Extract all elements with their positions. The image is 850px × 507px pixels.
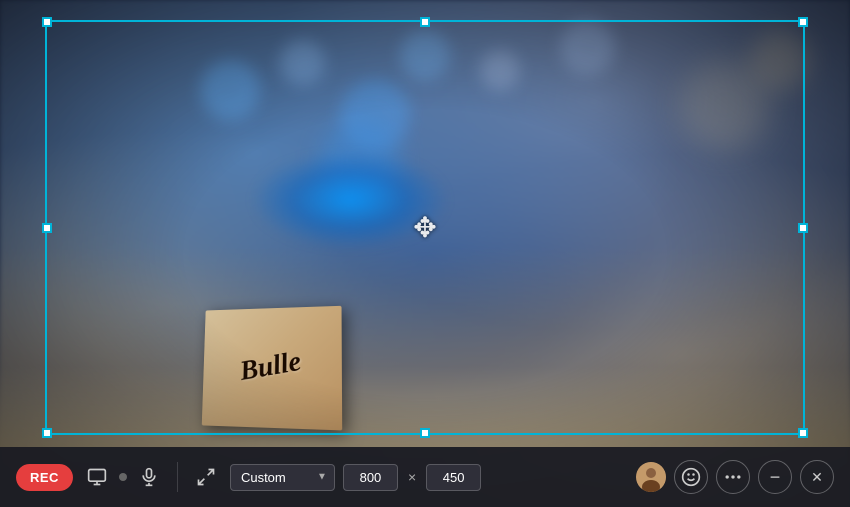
screen-icon-button[interactable]: [81, 461, 113, 493]
shelf-area: [0, 247, 850, 447]
emoji-icon: [681, 467, 701, 487]
expand-button[interactable]: [190, 461, 222, 493]
bokeh-9: [750, 30, 810, 90]
book-object: Bulle: [202, 306, 342, 431]
bokeh-1: [200, 60, 260, 120]
height-input[interactable]: [426, 464, 481, 491]
avatar-image: [636, 462, 666, 492]
dimension-separator: ×: [408, 469, 416, 485]
width-input[interactable]: [343, 464, 398, 491]
blue-light: [250, 150, 450, 250]
rec-button[interactable]: REC: [16, 464, 73, 491]
more-options-button[interactable]: [716, 460, 750, 494]
resolution-dropdown[interactable]: Custom 1920x1080 1280x720 800x600: [230, 464, 335, 491]
minimize-button[interactable]: −: [758, 460, 792, 494]
avatar[interactable]: [636, 462, 666, 492]
bokeh-2: [280, 40, 325, 85]
more-options-icon: [723, 467, 743, 487]
bokeh-7: [560, 20, 615, 75]
bokeh-4: [400, 30, 450, 80]
close-icon: ✕: [811, 470, 823, 484]
mic-button[interactable]: [133, 461, 165, 493]
screen-icon: [87, 467, 107, 487]
book-text: Bulle: [238, 346, 304, 388]
resolution-dropdown-container[interactable]: Custom 1920x1080 1280x720 800x600 ▼: [230, 464, 335, 491]
divider-1: [177, 462, 178, 492]
toolbar: REC: [0, 447, 850, 507]
bokeh-6: [480, 50, 520, 90]
indicator-dot: [119, 473, 127, 481]
close-button[interactable]: ✕: [800, 460, 834, 494]
expand-icon: [196, 467, 216, 487]
mic-icon: [139, 467, 159, 487]
emoji-button[interactable]: [674, 460, 708, 494]
main-scene: Bulle ✥ REC: [0, 0, 850, 507]
minus-icon: −: [770, 468, 781, 486]
